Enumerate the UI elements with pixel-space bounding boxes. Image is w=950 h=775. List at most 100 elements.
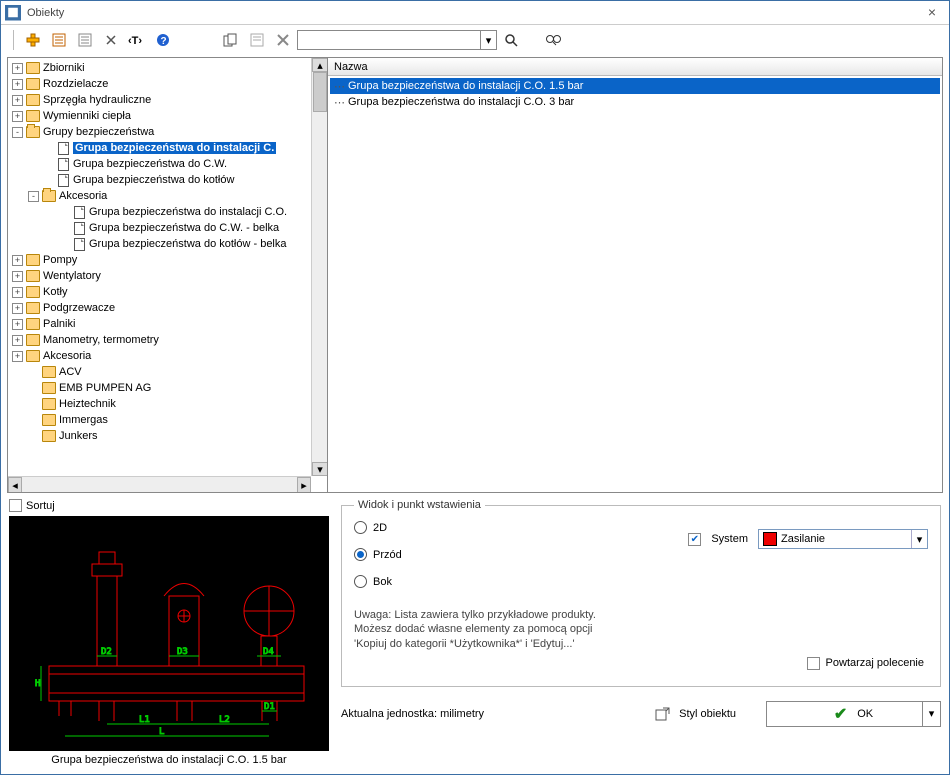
tree-item[interactable]: Grupa bezpieczeństwa do C.W. - belka bbox=[10, 220, 309, 236]
sort-checkbox[interactable] bbox=[9, 499, 22, 512]
paste-button[interactable] bbox=[245, 28, 269, 52]
ok-button[interactable]: ✔ OK ▾ bbox=[766, 701, 941, 727]
tree-item-label: Pompy bbox=[43, 254, 77, 266]
system-checkbox[interactable]: ✔ bbox=[688, 533, 701, 546]
scroll-left-icon[interactable]: ◂ bbox=[8, 477, 22, 492]
color-swatch bbox=[763, 532, 777, 546]
tree-item[interactable]: Grupa bezpieczeństwa do kotłów - belka bbox=[10, 236, 309, 252]
folder-icon bbox=[26, 62, 40, 74]
folder-icon bbox=[26, 78, 40, 90]
search-input[interactable] bbox=[298, 31, 480, 49]
tree-item[interactable]: +Kotły bbox=[10, 284, 309, 300]
tree-item[interactable]: Grupa bezpieczeństwa do instalacji C.O. bbox=[10, 204, 309, 220]
system-select[interactable]: Zasilanie ▾ bbox=[758, 529, 928, 549]
main-split: +Zbiorniki+Rozdzielacze+Sprzęgła hydraul… bbox=[7, 57, 943, 493]
tree-item-label: Immergas bbox=[59, 414, 108, 426]
tree-item[interactable]: EMB PUMPEN AG bbox=[10, 380, 309, 396]
tree-item[interactable]: + Sprzęgła hydrauliczne bbox=[10, 92, 309, 108]
search-combo[interactable]: ▾ bbox=[297, 30, 497, 50]
expand-icon[interactable]: + bbox=[12, 79, 23, 90]
tree-item[interactable]: +Manometry, termometry bbox=[10, 332, 309, 348]
folder-icon bbox=[26, 126, 40, 138]
list-item[interactable]: ⋯Grupa bezpieczeństwa do instalacji C.O.… bbox=[330, 94, 940, 110]
tools-button[interactable] bbox=[99, 28, 123, 52]
preview-image: D2 D3 D4 D1 H L1 L2 L bbox=[9, 516, 329, 751]
tree-item-label: Sprzęgła hydrauliczne bbox=[43, 94, 151, 106]
expand-icon[interactable]: + bbox=[12, 63, 23, 74]
repeat-checkbox[interactable] bbox=[807, 657, 820, 670]
document-icon bbox=[58, 158, 69, 171]
expand-icon[interactable]: + bbox=[12, 351, 23, 362]
expand-icon[interactable]: + bbox=[12, 95, 23, 106]
object-style-button[interactable]: Styl obiektu bbox=[645, 702, 746, 726]
expand-icon[interactable]: - bbox=[12, 127, 23, 138]
expand-icon[interactable]: + bbox=[12, 111, 23, 122]
search-button[interactable] bbox=[499, 28, 523, 52]
radio-2d[interactable]: 2D bbox=[354, 521, 402, 534]
close-button[interactable]: × bbox=[919, 3, 945, 23]
expand-icon[interactable]: + bbox=[12, 287, 23, 298]
tree-item[interactable]: Grupa bezpieczeństwa do instalacji C. bbox=[10, 140, 309, 156]
expand-icon[interactable]: + bbox=[12, 335, 23, 346]
tree-item[interactable]: +Wymienniki ciepła bbox=[10, 108, 309, 124]
tree-item[interactable]: + Pompy bbox=[10, 252, 309, 268]
svg-text:L2: L2 bbox=[219, 715, 230, 725]
scroll-down-icon[interactable]: ▾ bbox=[312, 462, 327, 476]
delete-button[interactable] bbox=[271, 28, 295, 52]
expand-icon[interactable]: + bbox=[12, 271, 23, 282]
list-button[interactable] bbox=[73, 28, 97, 52]
tree-item[interactable]: +Podgrzewacze bbox=[10, 300, 309, 316]
tree-item[interactable]: Grupa bezpieczeństwa do kotłów bbox=[10, 172, 309, 188]
tree-item[interactable]: ACV bbox=[10, 364, 309, 380]
search-dropdown-icon[interactable]: ▾ bbox=[480, 31, 496, 49]
chevron-down-icon[interactable]: ▾ bbox=[911, 530, 927, 548]
tree-item[interactable]: Grupa bezpieczeństwa do C.W. bbox=[10, 156, 309, 172]
add-button[interactable] bbox=[21, 28, 45, 52]
titlebar: Obiekty × bbox=[1, 1, 949, 25]
help-button[interactable]: ? bbox=[151, 28, 175, 52]
tree-item[interactable]: + Akcesoria bbox=[10, 348, 309, 364]
sort-label: Sortuj bbox=[26, 500, 55, 512]
tree-item-label: Grupa bezpieczeństwa do C.W. bbox=[73, 158, 227, 170]
tree-item[interactable]: +Wentylatory bbox=[10, 268, 309, 284]
expand-icon[interactable]: + bbox=[12, 303, 23, 314]
list-item[interactable]: ⋯Grupa bezpieczeństwa do instalacji C.O.… bbox=[330, 78, 940, 94]
radio-front[interactable]: Przód bbox=[354, 548, 402, 561]
tree-item[interactable]: + Rozdzielacze bbox=[10, 76, 309, 92]
tree-hscrollbar[interactable]: ◂ ▸ bbox=[8, 476, 311, 492]
style-icon bbox=[655, 706, 671, 722]
tree-item-label: Akcesoria bbox=[43, 350, 91, 362]
tree-vscrollbar[interactable]: ▴ ▾ bbox=[311, 58, 327, 476]
radio-side[interactable]: Bok bbox=[354, 575, 402, 588]
properties-button[interactable] bbox=[47, 28, 71, 52]
expand-icon[interactable]: + bbox=[12, 319, 23, 330]
tree-item[interactable]: Heiztechnik bbox=[10, 396, 309, 412]
ok-dropdown[interactable]: ▾ bbox=[922, 702, 940, 726]
tree-item[interactable]: -Akcesoria bbox=[10, 188, 309, 204]
tree-item[interactable]: Immergas bbox=[10, 412, 309, 428]
tree-item-label: EMB PUMPEN AG bbox=[59, 382, 151, 394]
find-object-button[interactable] bbox=[541, 28, 565, 52]
tree-item[interactable]: - Grupy bezpieczeństwa bbox=[10, 124, 309, 140]
list-column-header[interactable]: Nazwa bbox=[328, 58, 942, 76]
tree-item-label: ACV bbox=[59, 366, 82, 378]
scroll-thumb[interactable] bbox=[313, 72, 327, 112]
text-button[interactable]: ‹T› bbox=[125, 28, 149, 52]
expand-icon[interactable]: - bbox=[28, 191, 39, 202]
tree-item[interactable]: +Zbiorniki bbox=[10, 60, 309, 76]
unit-label: Aktualna jednostka: milimetry bbox=[341, 708, 625, 720]
category-tree[interactable]: +Zbiorniki+Rozdzielacze+Sprzęgła hydraul… bbox=[8, 58, 311, 476]
tree-item[interactable]: +Palniki bbox=[10, 316, 309, 332]
copy-button[interactable] bbox=[219, 28, 243, 52]
preview-caption: Grupa bezpieczeństwa do instalacji C.O. … bbox=[9, 754, 329, 766]
expand-icon[interactable]: + bbox=[12, 255, 23, 266]
tree-item-label: Grupy bezpieczeństwa bbox=[43, 126, 154, 138]
tree-item-label: Rozdzielacze bbox=[43, 78, 108, 90]
scroll-right-icon[interactable]: ▸ bbox=[297, 477, 311, 492]
scroll-up-icon[interactable]: ▴ bbox=[312, 58, 327, 72]
toolbar-separator bbox=[13, 30, 15, 50]
folder-icon bbox=[42, 382, 56, 394]
tree-item[interactable]: Junkers bbox=[10, 428, 309, 444]
object-list[interactable]: ⋯Grupa bezpieczeństwa do instalacji C.O.… bbox=[328, 76, 942, 492]
view-group: Widok i punkt wstawienia 2D Przód bbox=[341, 499, 941, 687]
